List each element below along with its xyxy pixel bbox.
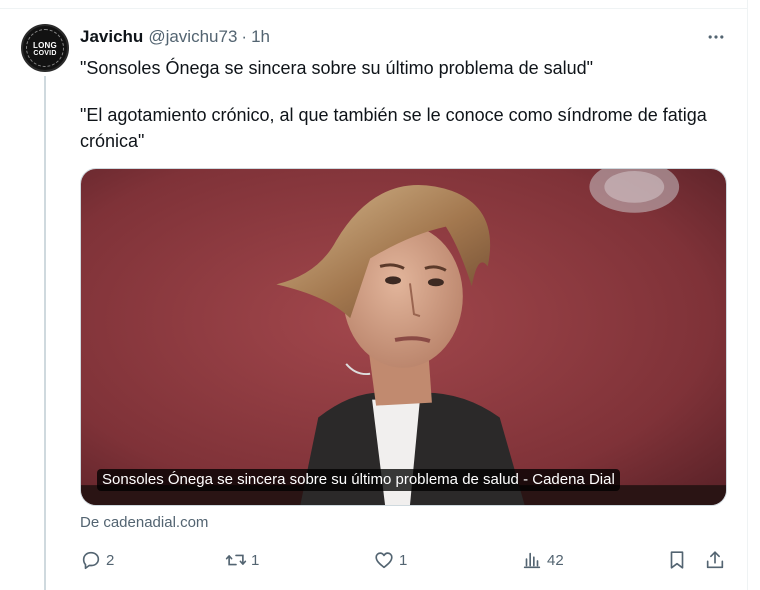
- tweet-text-line-1: "Sonsoles Ónega se sincera sobre su últi…: [80, 58, 594, 78]
- tweet-header: Javichu @javichu73 · 1h: [80, 26, 270, 48]
- views-icon: [523, 552, 541, 569]
- card-image: [81, 169, 726, 505]
- retweet-button[interactable]: 1: [225, 545, 259, 575]
- views-button[interactable]: 42: [521, 545, 564, 575]
- like-icon: [375, 552, 393, 569]
- tweet-text-line-2: "El agotamiento crónico, al que también …: [80, 105, 707, 151]
- tweet-container: LONG COVID Javichu @javichu73 · 1h "Sons…: [0, 0, 760, 590]
- retweet-count: 1: [251, 551, 260, 569]
- link-card[interactable]: Sonsoles Ónega se sincera sobre su últim…: [80, 168, 727, 506]
- reply-button[interactable]: 2: [80, 545, 114, 575]
- bookmark-button[interactable]: [666, 545, 688, 575]
- author-name[interactable]: Javichu: [80, 27, 143, 47]
- tweet-time[interactable]: 1h: [251, 27, 270, 47]
- divider: [0, 8, 748, 9]
- divider: [747, 0, 748, 590]
- like-button[interactable]: 1: [373, 545, 407, 575]
- author-handle[interactable]: @javichu73: [148, 27, 237, 47]
- reply-icon: [82, 551, 100, 570]
- retweet-icon: [225, 554, 247, 566]
- bookmark-icon: [670, 551, 684, 569]
- action-bar: 2 1 1 42: [80, 545, 730, 575]
- thread-line: [44, 76, 46, 590]
- separator-dot: ·: [241, 27, 248, 46]
- more-button[interactable]: [704, 26, 728, 48]
- like-count: 1: [399, 551, 408, 569]
- avatar-label-2: COVID: [33, 50, 57, 57]
- card-caption: Sonsoles Ónega se sincera sobre su últim…: [97, 469, 620, 491]
- reply-count: 2: [106, 551, 115, 569]
- avatar[interactable]: LONG COVID: [21, 24, 69, 72]
- card-source[interactable]: De cadenadial.com: [80, 514, 208, 531]
- views-count: 42: [547, 551, 564, 569]
- share-icon: [706, 551, 724, 569]
- share-button[interactable]: [704, 545, 726, 575]
- avatar-label-1: LONG: [33, 41, 57, 50]
- more-horizontal-icon: [708, 35, 724, 39]
